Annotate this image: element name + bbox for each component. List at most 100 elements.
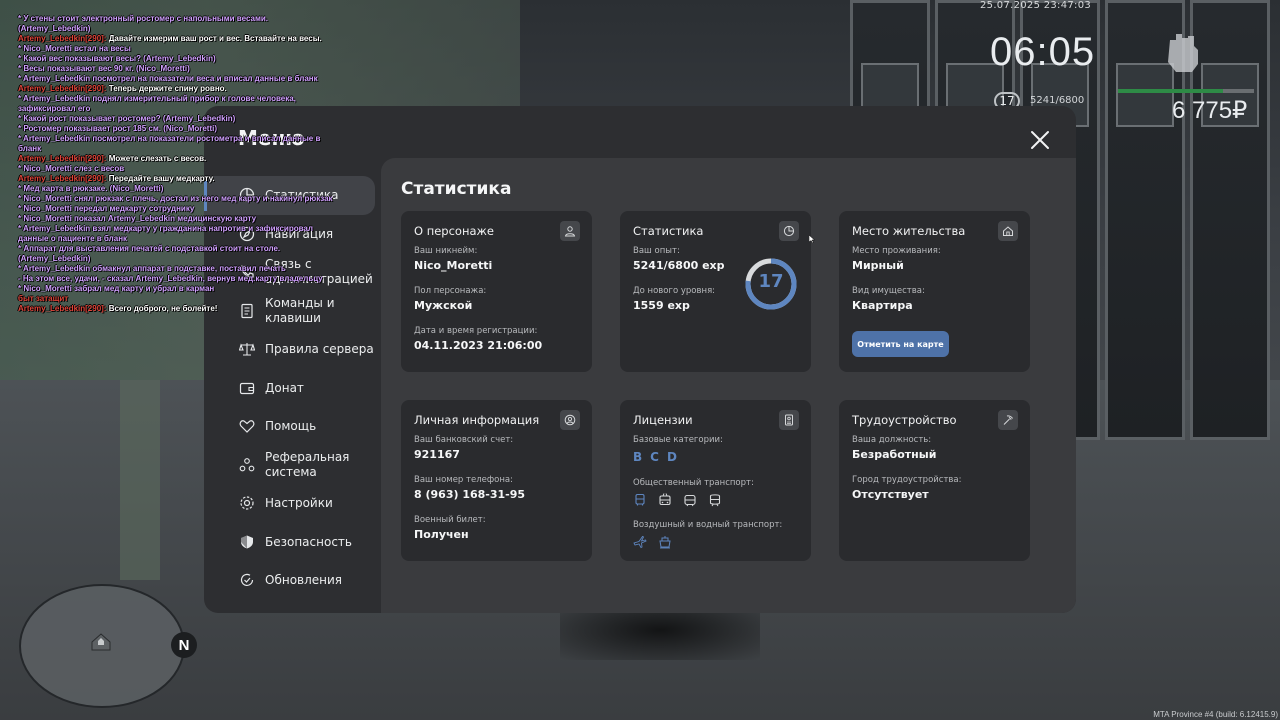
chat-text: * Nico_Moretti встал на весы [18, 44, 131, 53]
hud-exp: 5241/6800 [1030, 95, 1085, 106]
hud-money: 6 775₽ [1172, 97, 1248, 124]
shield-icon [238, 533, 255, 550]
nav-item-updates[interactable]: Обновления [204, 561, 380, 600]
scales-icon [238, 341, 255, 358]
chat-text: Теперь держите спину ровно. [106, 84, 227, 93]
level-progress-ring: 17 [744, 257, 798, 311]
nav-item-label: Реферальная система [265, 449, 350, 479]
card-residence: Место жительства Место проживания: Мирны… [839, 211, 1030, 372]
nav-item-rules[interactable]: Правила сервера [204, 330, 380, 369]
work-city-value: Отсутствует [852, 488, 929, 501]
nav-item-donate[interactable]: Донат [204, 369, 380, 408]
chat-text: * Artemy_Lebedkin посмотрел на показател… [18, 134, 321, 153]
field-label: Ваш банковский счет: [414, 435, 514, 445]
hud-clock: 06:05 [990, 30, 1096, 74]
gear-icon [238, 495, 255, 512]
residence-value: Мирный [852, 259, 904, 272]
pillar [120, 380, 160, 580]
field-label: Город трудоустройства: [852, 475, 962, 485]
card-personal-info: Личная информация Ваш банковский счет: 9… [401, 400, 592, 561]
chat-text: * Ростомер показывает рост 185 см. (Nico… [18, 124, 218, 133]
hud-datetime: 25.07.2025 23:47:03 [980, 0, 1092, 11]
chat-text: * Аппарат для выставления печатей с подс… [18, 244, 281, 263]
chat-nick: Artemy_Lebedkin[290]: [18, 154, 107, 163]
chat-text: * Artemy_Lebedkin посмотрел на показател… [18, 74, 318, 83]
card-title: Лицензии [633, 413, 693, 427]
field-label: Место проживания: [852, 246, 941, 256]
chat-text: * Какой вес показывают весы? (Artemy_Leb… [18, 54, 216, 63]
card-character: О персонаже Ваш никнейм: Nico_Moretti По… [401, 211, 592, 372]
card-statistics: Статистика Ваш опыт: 5241/6800 exp До но… [620, 211, 811, 372]
mark-on-map-button[interactable]: Отметить на карте [852, 331, 949, 357]
field-label: Базовые категории: [633, 435, 723, 445]
panel-title: Статистика [401, 179, 512, 199]
bank-account-value: 921167 [414, 448, 460, 461]
heart-hand-icon [238, 418, 255, 435]
card-licenses: Лицензии Базовые категории: B C D Общест… [620, 400, 811, 561]
trolleybus-icon [658, 492, 672, 506]
chat-line: * Artemy_Lebedkin поднял измерительный п… [18, 94, 338, 114]
chat-line: Artemy_Lebedkin[290]: Всего доброго, не … [18, 304, 338, 314]
chat-line: * Nico_Moretti снял рюкзак с плечь, дост… [18, 194, 338, 204]
chat-text: * Весы показывают вес 90 кг. (Nico_Moret… [18, 64, 190, 73]
card-title: Трудоустройство [852, 413, 957, 427]
chat-text: Всего доброго, не болейте! [106, 304, 218, 313]
chat-text: * Nico_Moretti слез с весов [18, 164, 125, 173]
chat-text: * Nico_Moretti забрал мед карту и убрал … [18, 284, 215, 293]
chat-text: Передайте вашу медкарту. [106, 174, 215, 183]
nav-item-referral[interactable]: Реферальная система [204, 446, 380, 485]
chat-line: * Мед карта в рюкзаке. (Nico_Moretti) [18, 184, 338, 194]
fist-icon [1162, 30, 1202, 78]
registration-value: 04.11.2023 21:06:00 [414, 339, 543, 352]
field-label: Пол персонажа: [414, 286, 487, 296]
chat-text: * Мед карта в рюкзаке. (Nico_Moretti) [18, 184, 164, 193]
chat-line: * У стены стоит электронный ростомер с н… [18, 14, 338, 34]
chat-line: * Ростомер показывает рост 185 см. (Nico… [18, 124, 338, 134]
statistics-panel: Статистика О персонаже Ваш никнейм: Nico… [381, 158, 1076, 613]
chat-text: * Какой рост показывает ростомер? (Artem… [18, 114, 236, 123]
chat-line: Artemy_Lebedkin[290]: Можете слезать с в… [18, 154, 338, 164]
chat-text: - На этом все, удачи, - сказал Artemy_Le… [18, 274, 323, 283]
chat-text: * У стены стоит электронный ростомер с н… [18, 14, 269, 33]
nav-item-help[interactable]: Помощь [204, 407, 380, 446]
nav-item-label: Безопасность [265, 534, 352, 549]
close-icon [1031, 131, 1049, 149]
locker [1190, 0, 1270, 440]
ship-icon [658, 534, 672, 549]
public-transport-icons [633, 492, 798, 507]
license-card-icon [779, 410, 799, 430]
field-label: Военный билет: [414, 515, 486, 525]
user-icon [560, 221, 580, 241]
chat-text: * Artemy_Lebedkin взял медкарту у гражда… [18, 224, 313, 243]
nav-item-label: Помощь [265, 419, 317, 434]
north-indicator: N [171, 632, 197, 658]
nav-item-label: Обновления [265, 573, 343, 588]
military-ticket-value: Получен [414, 528, 469, 541]
license-category: B [633, 450, 643, 464]
refresh-check-icon [238, 572, 255, 589]
chat-text: * Nico_Moretti показал Artemy_Lebedkin м… [18, 214, 257, 223]
card-title: Личная информация [414, 413, 540, 427]
nickname-value: Nico_Moretti [414, 259, 493, 272]
field-label: Ваш номер телефона: [414, 475, 513, 485]
chat-line: Artemy_Lebedkin[290]: Теперь держите спи… [18, 84, 338, 94]
hud-exp-bar [1118, 89, 1254, 93]
nav-item-label: Донат [265, 380, 304, 395]
chat-text: * Nico_Moretti передал медкарту сотрудни… [18, 204, 195, 213]
nav-item-settings[interactable]: Настройки [204, 484, 380, 523]
chat-line: * Весы показывают вес 90 кг. (Nico_Moret… [18, 64, 338, 74]
chat-line: * Artemy_Lebedkin посмотрел на показател… [18, 134, 338, 154]
nav-item-security[interactable]: Безопасность [204, 523, 380, 562]
license-categories: B C D [633, 450, 798, 464]
chat-text: * Nico_Moretti снял рюкзак с плечь, дост… [18, 194, 333, 203]
chat-line: * Какой рост показывает ростомер? (Artem… [18, 114, 338, 124]
chat-nick: Artemy_Lebedkin[290]: [18, 174, 107, 183]
chat-nick: Artemy_Lebedkin[290]: [18, 84, 107, 93]
chat-line: * Artemy_Lebedkin обмакнул аппарат в под… [18, 264, 338, 274]
chat-nick: Artemy_Lebedkin[290]: [18, 304, 107, 313]
license-category: C [650, 450, 659, 464]
chat-line: Artemy_Lebedkin[290]: Передайте вашу мед… [18, 174, 338, 184]
user-circle-icon [560, 410, 580, 430]
close-button[interactable] [1030, 130, 1050, 150]
chat-line: * Nico_Moretti забрал мед карту и убрал … [18, 284, 338, 294]
